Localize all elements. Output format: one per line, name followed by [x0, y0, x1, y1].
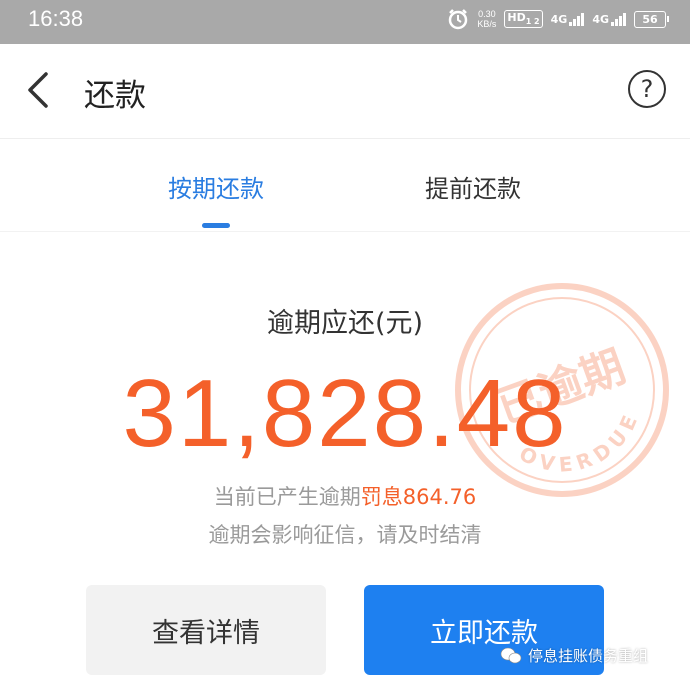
credit-warning: 逾期会影响征信，请及时结清 — [208, 523, 482, 547]
signal-2: 4G — [592, 12, 626, 26]
back-arrow-icon[interactable] — [22, 70, 58, 110]
status-icons: 0.30 KB/s HD1 2 4G 4G 56 — [447, 8, 669, 30]
penalty-value: 864.76 — [402, 485, 477, 509]
status-bar: 16:38 0.30 KB/s HD1 2 4G 4G 56 — [0, 0, 690, 44]
hd-badge: HD1 2 — [504, 10, 543, 28]
signal-1: 4G — [551, 12, 585, 26]
nav-bar: 还款 ? — [0, 44, 690, 139]
overdue-amount: 31,828.48 — [122, 360, 568, 467]
net-speed: 0.30 KB/s — [477, 9, 497, 29]
repayment-tabs: 按期还款 提前还款 — [0, 139, 690, 232]
status-time: 16:38 — [28, 6, 84, 31]
penalty-label: 罚息 — [360, 485, 403, 509]
page-title: 还款 — [84, 78, 146, 114]
penalty-info: 当前已产生逾期罚息864.76 — [213, 485, 477, 509]
battery-icon: 56 — [634, 10, 669, 28]
signal-bars-icon — [611, 12, 626, 26]
active-tab-indicator — [202, 223, 230, 228]
view-details-button[interactable]: 查看详情 — [86, 585, 326, 675]
tab-scheduled-repayment[interactable]: 按期还款 — [136, 169, 296, 204]
help-icon[interactable]: ? — [628, 70, 666, 108]
amount-label: 逾期应还(元) — [266, 308, 424, 339]
tab-early-repayment[interactable]: 提前还款 — [393, 169, 553, 204]
signal-bars-icon — [569, 12, 585, 26]
alarm-icon — [449, 9, 468, 30]
wechat-icon — [500, 647, 522, 663]
watermark: 停息挂账债务重组 — [500, 645, 648, 666]
